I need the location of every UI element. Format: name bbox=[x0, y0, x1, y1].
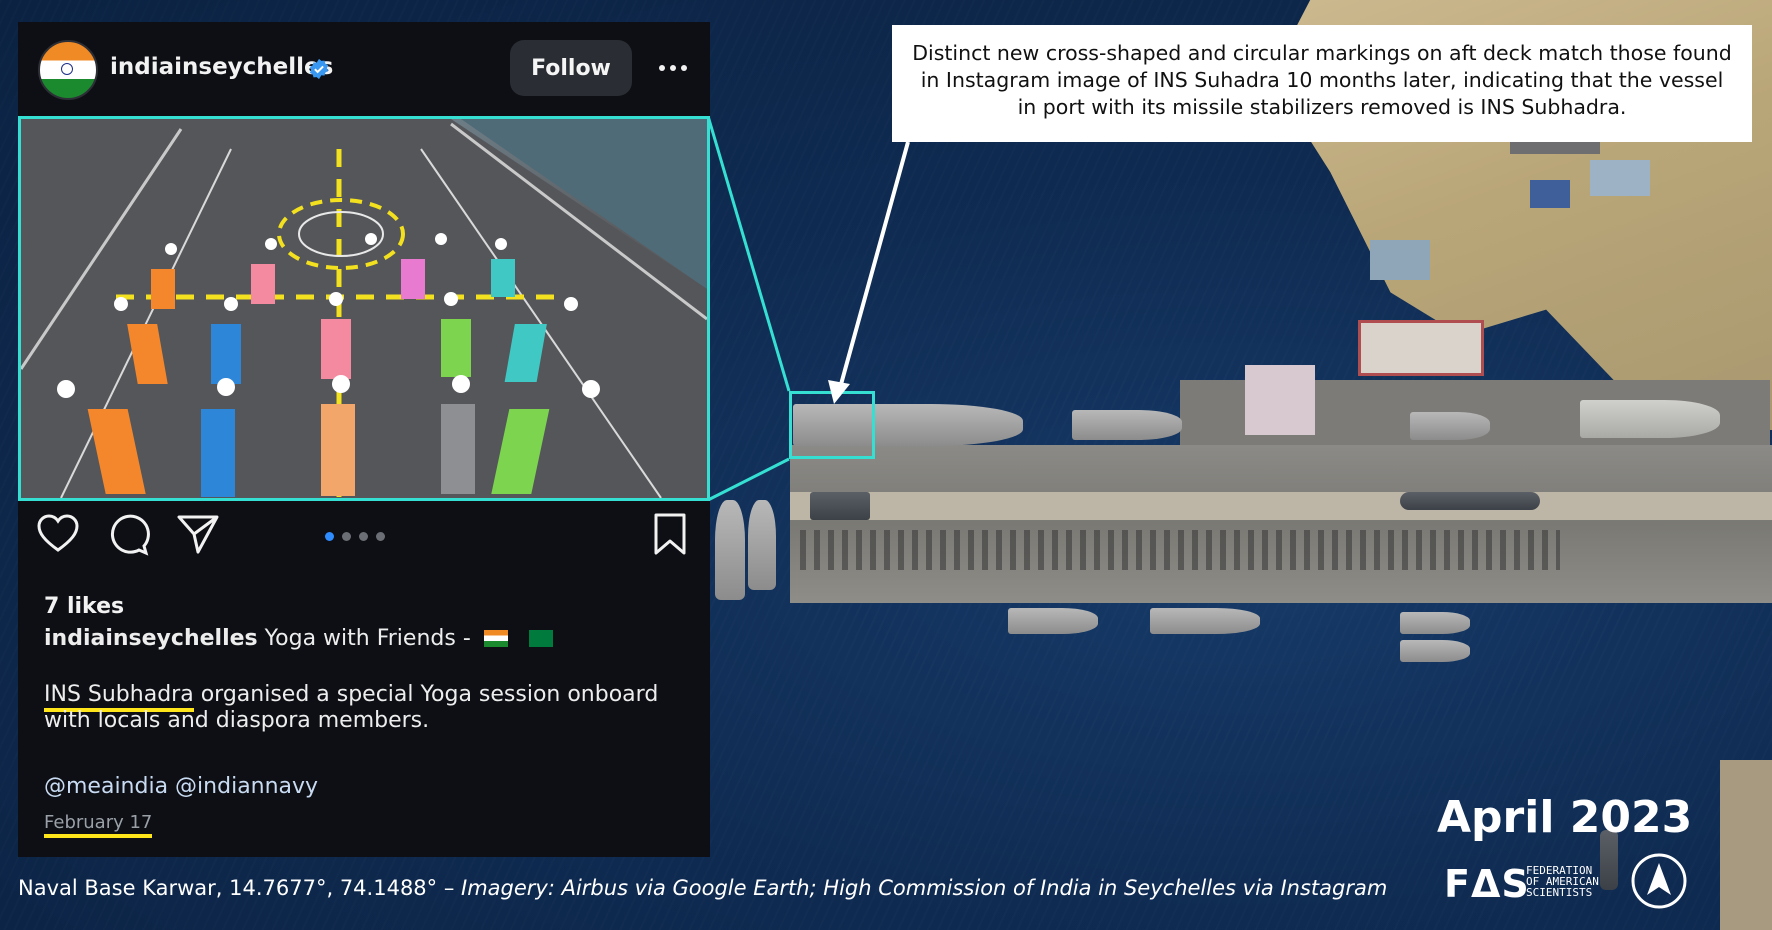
pier bbox=[790, 445, 1772, 603]
highlight-box-ship bbox=[789, 391, 875, 459]
seychelles-flag-icon bbox=[528, 630, 553, 647]
post-header: indiainseychelles Follow bbox=[18, 22, 710, 116]
caption-body: INS Subhadra organised a special Yoga se… bbox=[44, 682, 684, 734]
verified-icon bbox=[309, 58, 329, 80]
ship bbox=[1150, 608, 1260, 634]
ship bbox=[1410, 412, 1490, 440]
location-text: Naval Base Karwar, 14.7677°, 74.1488° – bbox=[18, 876, 462, 900]
like-count[interactable]: 7 likes bbox=[44, 594, 124, 619]
flag-chakra-icon bbox=[61, 63, 73, 75]
ship bbox=[810, 492, 870, 520]
bookmark-icon[interactable] bbox=[648, 512, 692, 556]
more-icon[interactable] bbox=[656, 58, 690, 78]
india-flag-icon bbox=[483, 630, 508, 647]
share-icon[interactable] bbox=[176, 512, 220, 556]
mentions[interactable]: @meaindia @indiannavy bbox=[44, 774, 318, 799]
ship bbox=[1400, 612, 1470, 634]
annotation-callout: Distinct new cross-shaped and circular m… bbox=[892, 25, 1752, 142]
building bbox=[1358, 320, 1484, 376]
source-text: Imagery: Airbus via Google Earth; High C… bbox=[461, 876, 1388, 900]
ship bbox=[748, 500, 776, 590]
yoga-deck-photo bbox=[21, 119, 707, 498]
caption-title: Yoga with Friends - bbox=[264, 626, 471, 651]
ship bbox=[1580, 400, 1720, 438]
comment-icon[interactable] bbox=[106, 512, 150, 556]
instagram-post: indiainseychelles Follow 7 likes indiain… bbox=[18, 22, 710, 857]
land-edge bbox=[1720, 760, 1772, 930]
avatar[interactable] bbox=[38, 40, 98, 100]
carousel-dot[interactable] bbox=[325, 532, 334, 541]
building bbox=[1245, 365, 1315, 435]
ship bbox=[1008, 608, 1098, 634]
building bbox=[1370, 240, 1430, 280]
caption-line: indiainseychelles Yoga with Friends - bbox=[44, 626, 553, 651]
building bbox=[1590, 160, 1650, 196]
ship bbox=[1072, 410, 1182, 440]
carousel-dot[interactable] bbox=[359, 532, 368, 541]
fas-logo-text: FEDERATION OF AMERICAN SCIENTISTS bbox=[1526, 864, 1599, 899]
fas-logo: FΔS bbox=[1444, 862, 1530, 906]
carousel-dot[interactable] bbox=[376, 532, 385, 541]
ship bbox=[1400, 640, 1470, 662]
carousel-dots bbox=[325, 526, 393, 545]
carousel-dot[interactable] bbox=[342, 532, 351, 541]
caption-username[interactable]: indiainseychelles bbox=[44, 626, 258, 651]
post-date: February 17 bbox=[44, 812, 153, 838]
image-date: April 2023 bbox=[1437, 792, 1693, 843]
parked-vehicles bbox=[800, 530, 1560, 570]
building bbox=[1530, 180, 1570, 208]
north-arrow-icon bbox=[1631, 853, 1687, 909]
annotation-text: Distinct new cross-shaped and circular m… bbox=[912, 41, 1732, 119]
post-photo[interactable] bbox=[18, 116, 710, 501]
image-caption: Naval Base Karwar, 14.7677°, 74.1488° – … bbox=[18, 876, 1387, 900]
post-actions bbox=[18, 512, 710, 582]
heart-icon[interactable] bbox=[36, 512, 80, 556]
building bbox=[1510, 140, 1600, 154]
post-username[interactable]: indiainseychelles bbox=[110, 54, 333, 80]
pier-road bbox=[790, 492, 1772, 520]
follow-button[interactable]: Follow bbox=[510, 40, 632, 96]
submarine bbox=[1400, 492, 1540, 510]
ship bbox=[715, 500, 745, 600]
